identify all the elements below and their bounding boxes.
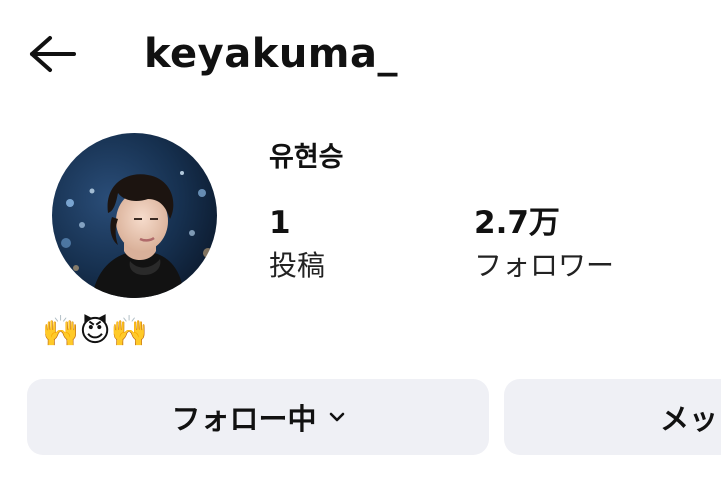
profile-page: keyakuma_ 유현승 1 投稿 2.7万 フォロワー 🙌😈🙌 フォロー中 … [0, 0, 721, 483]
posts-count: 1 [269, 205, 291, 241]
arrow-left-icon [30, 36, 76, 72]
chevron-down-icon [329, 412, 344, 422]
avatar-photo [52, 133, 217, 298]
followers-count: 2.7万 [474, 205, 560, 241]
back-button[interactable] [22, 26, 82, 82]
message-button-label: メッ [660, 402, 719, 436]
profile-username: keyakuma_ [144, 31, 398, 77]
posts-label: 投稿 [269, 249, 326, 282]
following-button-label: フォロー中 [171, 402, 317, 436]
posts-stat[interactable]: 1 投稿 [269, 200, 325, 286]
followers-stat[interactable]: 2.7万 フォロワー [474, 200, 614, 286]
display-name: 유현승 [269, 142, 344, 173]
following-button[interactable]: フォロー中 [27, 379, 489, 455]
message-button[interactable]: メッ [504, 379, 721, 455]
avatar[interactable] [52, 133, 217, 298]
bio-text: 🙌😈🙌 [42, 314, 148, 349]
followers-label: フォロワー [474, 249, 615, 282]
